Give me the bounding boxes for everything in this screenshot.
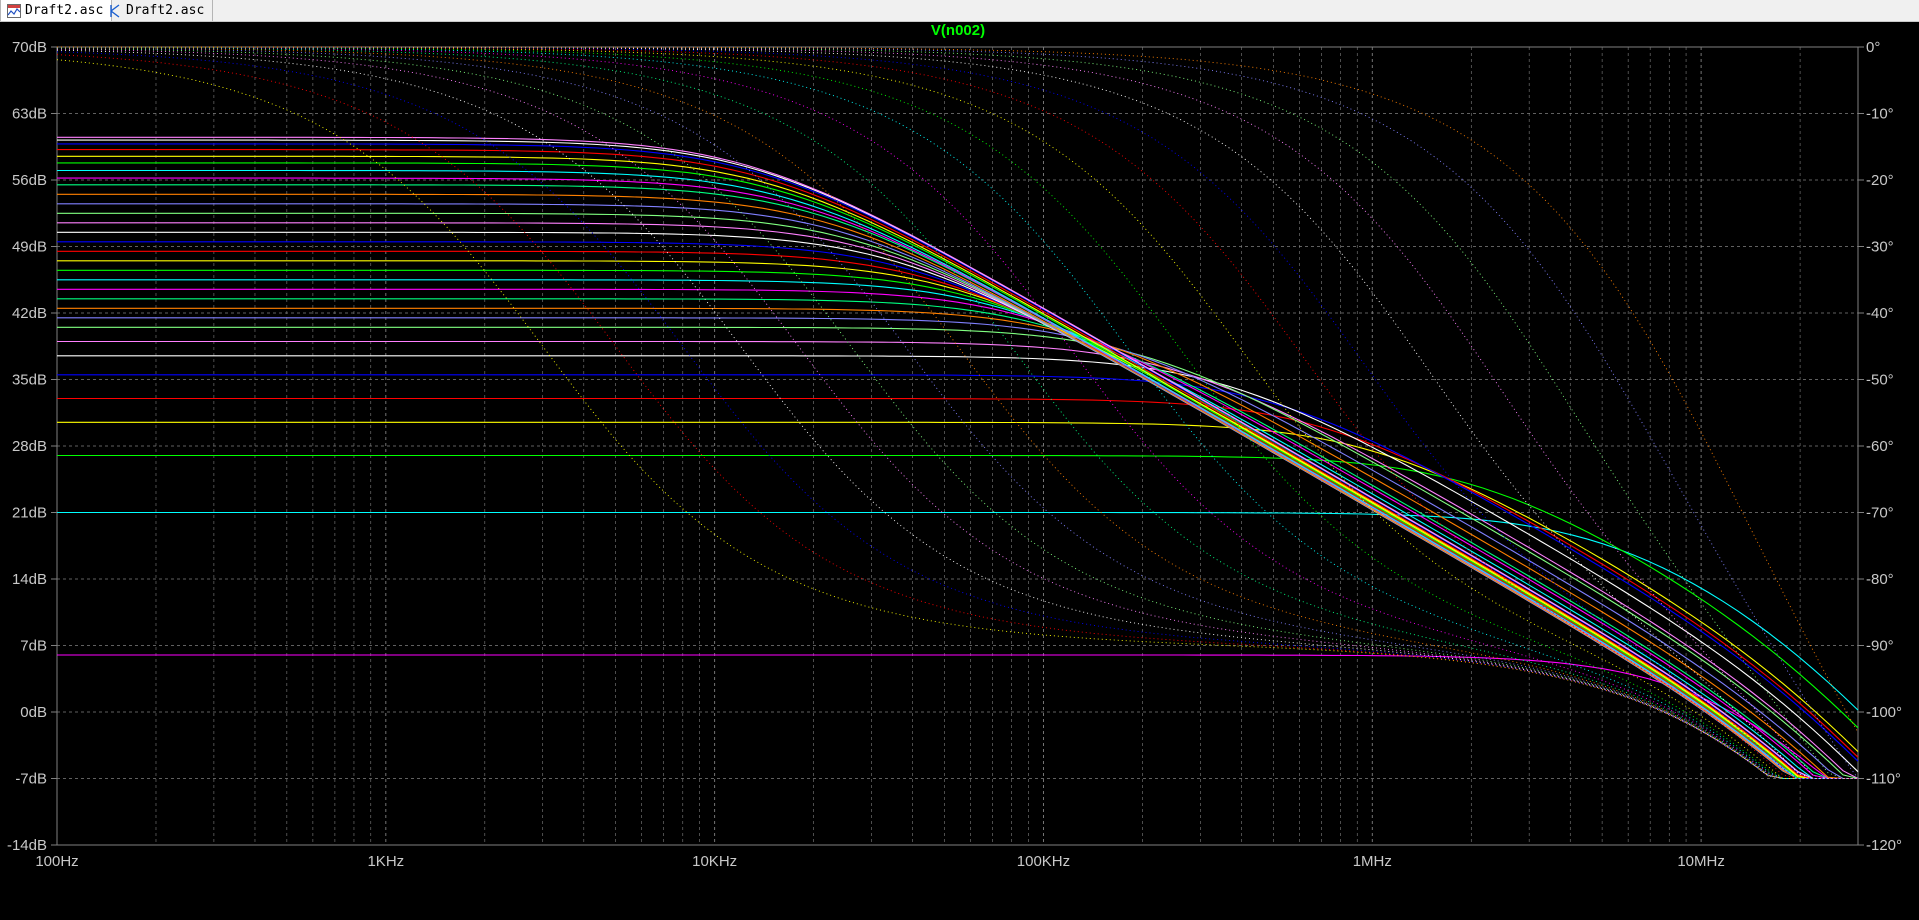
phase-trace <box>56 48 1858 779</box>
y-tick-label: 56dB <box>12 172 47 189</box>
x-tick-label: 100KHz <box>1017 853 1070 870</box>
y2-tick-label: -20° <box>1866 172 1894 189</box>
phase-trace <box>56 46 1858 779</box>
y2-tick-label: -60° <box>1866 438 1894 455</box>
y2-tick-label: -110° <box>1866 771 1901 788</box>
y-tick-label: 14dB <box>12 571 47 588</box>
y-tick-label: 0dB <box>20 704 47 721</box>
trace-title[interactable]: V(n002) <box>931 22 985 39</box>
x-tick-label: 10MHz <box>1677 853 1725 870</box>
tab-schematic-draft2[interactable]: Draft2.asc <box>102 0 214 21</box>
magnitude-trace <box>57 288 1858 780</box>
bode-plot[interactable]: 70dB 63dB 56dB 49dB 42dB 35dB 28dB 21dB 14dB 7dB 0… <box>0 22 1919 915</box>
traces <box>56 46 1859 780</box>
magnitude-trace <box>57 231 1858 780</box>
magnitude-trace <box>57 397 1859 758</box>
magnitude-trace <box>57 155 1858 780</box>
schematic-icon <box>108 3 122 18</box>
x-tick-label: 1KHz <box>367 853 404 870</box>
phase-trace <box>56 47 1858 779</box>
y-tick-label: 35dB <box>12 372 47 389</box>
phase-trace <box>56 49 1858 779</box>
waveform-icon <box>7 3 21 18</box>
phase-trace <box>56 47 1858 779</box>
magnitude-trace <box>57 222 1858 780</box>
y2-tick-label: -80° <box>1866 571 1894 588</box>
y2-tick-label: -40° <box>1866 305 1894 322</box>
y-tick-label: 28dB <box>12 438 47 455</box>
magnitude-trace <box>57 260 1858 780</box>
phase-trace <box>57 47 1858 779</box>
phase-trace <box>56 51 1858 779</box>
y-tick-label: 63dB <box>12 106 47 123</box>
magnitude-trace <box>57 184 1858 780</box>
y2-tick-label: -120° <box>1866 837 1902 854</box>
y2-tick-label: -70° <box>1866 505 1894 522</box>
y-tick-label: 42dB <box>12 305 47 322</box>
tab-waveform-draft2[interactable]: Draft2.asc <box>0 0 113 21</box>
tab-label: Draft2.asc <box>126 3 205 18</box>
phase-trace <box>57 46 1858 779</box>
waveform-plot-pane[interactable]: 70dB 63dB 56dB 49dB 42dB 35dB 28dB 21dB 14dB 7dB 0… <box>0 22 1919 915</box>
magnitude-trace <box>57 307 1858 780</box>
magnitude-trace <box>57 654 1858 780</box>
y2-tick-label: -90° <box>1866 638 1894 655</box>
y-tick-label: 49dB <box>12 239 47 256</box>
y2-tick-label: 0° <box>1866 39 1880 56</box>
y-tick-label: 70dB <box>12 39 47 56</box>
magnitude-trace <box>57 149 1858 780</box>
x-tick-label: 1MHz <box>1353 853 1392 870</box>
document-tab-bar: Draft2.asc Draft2.asc <box>0 0 1919 22</box>
magnitude-trace <box>57 212 1858 780</box>
y-tick-label: 7dB <box>20 638 47 655</box>
magnitude-trace <box>57 317 1858 780</box>
magnitude-trace <box>57 279 1858 780</box>
magnitude-trace <box>57 374 1859 762</box>
magnitude-trace <box>57 454 1859 729</box>
y2-tick-label: -30° <box>1866 239 1894 256</box>
magnitude-trace <box>57 162 1858 780</box>
magnitude-trace <box>57 139 1858 780</box>
grid <box>56 46 1859 846</box>
tab-label: Draft2.asc <box>25 3 104 18</box>
y-tick-label: -7dB <box>15 771 47 788</box>
magnitude-trace <box>57 193 1858 780</box>
magnitude-trace <box>57 143 1858 780</box>
axes: 70dB 63dB 56dB 49dB 42dB 35dB 28dB 21dB 14dB 7dB 0… <box>7 39 1902 870</box>
y-tick-label: 21dB <box>12 505 47 522</box>
y2-tick-label: -100° <box>1866 704 1902 721</box>
x-tick-label: 10KHz <box>692 853 737 870</box>
phase-trace <box>56 48 1858 779</box>
magnitude-trace <box>57 340 1859 779</box>
y2-tick-label: -10° <box>1866 106 1894 123</box>
magnitude-trace <box>57 326 1859 780</box>
x-tick-label: 100Hz <box>35 853 78 870</box>
y2-tick-label: -50° <box>1866 372 1894 389</box>
y-tick-label: -14dB <box>7 837 47 854</box>
